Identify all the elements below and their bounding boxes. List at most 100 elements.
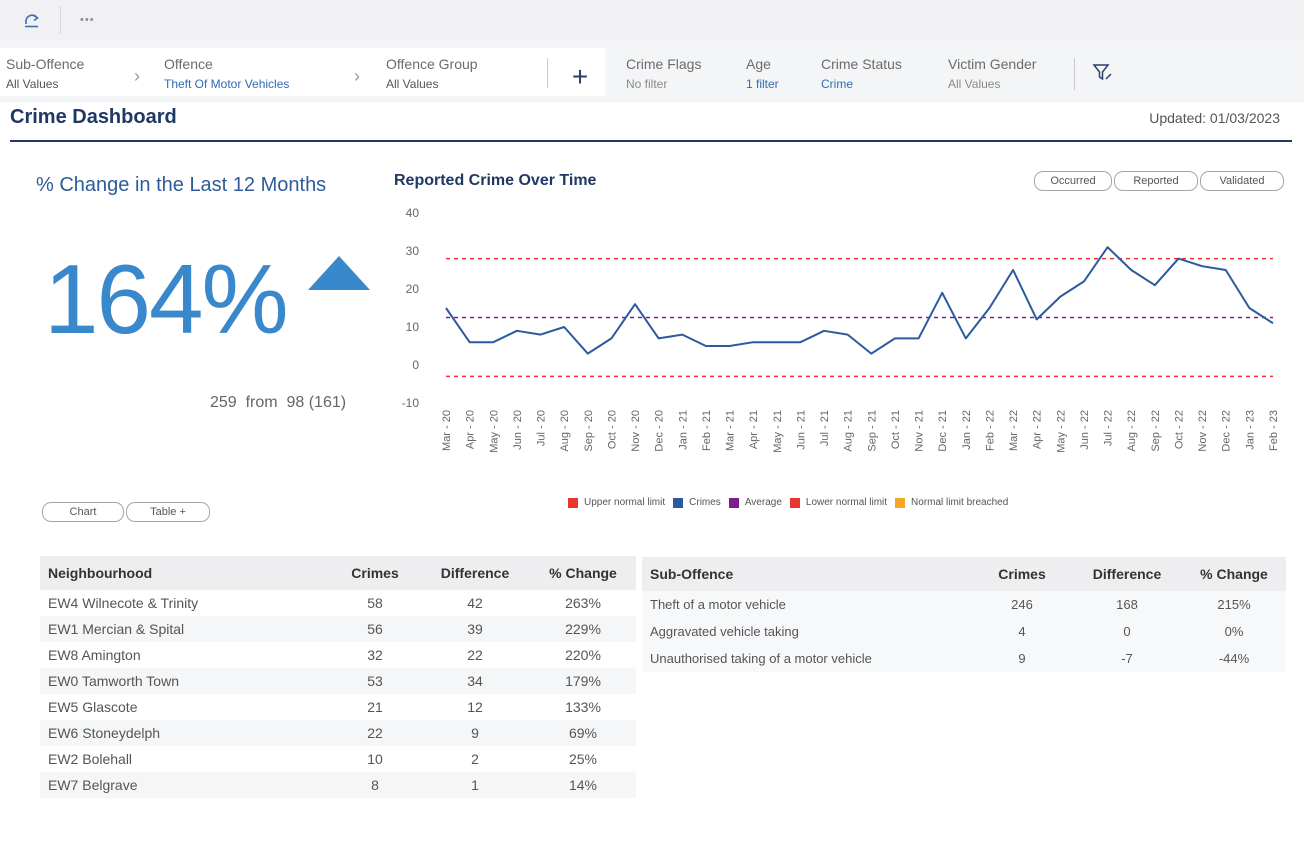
y-tick-label: -10 [402,396,420,410]
column-header[interactable]: Difference [1072,557,1182,591]
x-tick-label: Nov - 22 [1197,410,1209,452]
x-tick-label: Jul - 20 [536,410,548,446]
table-row[interactable]: EW2 Bolehall 10 2 25% [40,746,636,772]
crumb-sub-offence[interactable]: Sub-Offence All Values [6,56,84,92]
crimes-point[interactable] [986,305,992,311]
crimes-point[interactable] [1105,244,1111,250]
crimes-point[interactable] [703,343,709,349]
crimes-point[interactable] [1057,294,1063,300]
crimes-point[interactable] [1175,256,1181,262]
table-row[interactable]: EW1 Mercian & Spital 56 39 229% [40,616,636,642]
legend-item[interactable]: Lower normal limit [789,497,887,508]
crimes-point[interactable] [608,335,614,341]
table-cell: 215% [1182,591,1286,618]
crumb-offence[interactable]: Offence Theft Of Motor Vehicles [164,56,289,92]
crimes-point[interactable] [656,335,662,341]
filter-edit-icon[interactable] [1092,62,1116,84]
table-cell: EW0 Tamworth Town [40,668,330,694]
offence-breadcrumb: Sub-Offence All Values › Offence Theft O… [0,48,605,96]
crimes-point[interactable] [467,339,473,345]
crimes-point[interactable] [868,351,874,357]
table-row[interactable]: Theft of a motor vehicle 246 168 215% [642,591,1286,618]
crimes-point[interactable] [727,343,733,349]
table-cell: EW7 Belgrave [40,772,330,798]
column-header[interactable]: % Change [1182,557,1286,591]
legend-item[interactable]: Upper normal limit [568,497,665,508]
chart-legend: Upper normal limit Crimes Average Lower nor… [568,497,1016,513]
crumb-label: Offence Group [386,56,478,72]
legend-item[interactable]: Crimes [673,497,721,508]
crimes-point[interactable] [939,290,945,296]
chart-view-button[interactable]: Chart [42,502,124,522]
legend-swatch [568,497,578,508]
table-row[interactable]: EW4 Wilnecote & Trinity 58 42 263% [40,590,636,616]
reported-button[interactable]: Reported [1114,171,1198,191]
crimes-point[interactable] [1152,282,1158,288]
validated-button[interactable]: Validated [1200,171,1284,191]
crimes-point[interactable] [538,332,544,338]
table-row[interactable]: Aggravated vehicle taking 4 0 0% [642,618,1286,645]
occurred-button[interactable]: Occurred [1034,171,1112,191]
table-cell: 39 [420,616,530,642]
table-row[interactable]: Unauthorised taking of a motor vehicle 9-… [642,645,1286,672]
filter-crime-flags[interactable]: Crime Flags No filter [626,56,701,92]
filter-age[interactable]: Age 1 filter [746,56,779,92]
add-filter-button[interactable]: + [566,62,594,94]
crimes-point[interactable] [490,339,496,345]
crimes-point[interactable] [1199,263,1205,269]
crimes-point[interactable] [1081,278,1087,284]
crumb-offence-group[interactable]: Offence Group All Values [386,56,478,92]
x-tick-label: Jun - 20 [512,410,524,450]
crimes-point[interactable] [1270,320,1276,326]
crimes-point[interactable] [561,324,567,330]
crimes-point[interactable] [679,332,685,338]
crimes-point[interactable] [443,305,449,311]
crimes-point[interactable] [1128,267,1134,273]
table-header-row: Sub-Offence Crimes Difference % Change [642,557,1286,591]
column-header[interactable]: Difference [420,556,530,590]
column-header[interactable]: % Change [530,556,636,590]
legend-item[interactable]: Average [728,497,782,508]
filter-victim-gender[interactable]: Victim Gender All Values [948,56,1036,92]
y-tick-label: 40 [406,206,420,220]
x-tick-label: Jan - 23 [1244,410,1256,450]
crimes-point[interactable] [797,339,803,345]
crimes-point[interactable] [1034,316,1040,322]
refresh-icon[interactable] [18,6,46,34]
crimes-point[interactable] [750,339,756,345]
x-tick-label: May - 20 [488,410,500,453]
table-cell: EW2 Bolehall [48,751,133,767]
crimes-point[interactable] [963,335,969,341]
table-cell: -7 [1072,645,1182,672]
column-header[interactable]: Sub-Offence [642,557,972,591]
crimes-point[interactable] [514,328,520,334]
legend-item[interactable]: Normal limit breached [895,497,1008,508]
crimes-point[interactable] [1010,267,1016,273]
crimes-point[interactable] [892,335,898,341]
crimes-point[interactable] [845,332,851,338]
more-options-button[interactable]: ••• [80,10,114,30]
crimes-point[interactable] [585,351,591,357]
crimes-point[interactable] [774,339,780,345]
crimes-point[interactable] [632,301,638,307]
toolbar-divider [60,6,61,34]
table-cell: 14% [530,772,636,798]
column-header[interactable]: Neighbourhood [40,556,330,590]
table-cell: EW6 Stoneydelph [40,720,330,746]
column-header[interactable]: Crimes [330,556,420,590]
table-row[interactable]: EW7 Belgrave 8 1 14% [40,772,636,798]
table-view-button[interactable]: Table + [126,502,210,522]
y-tick-label: 0 [412,358,419,372]
table-row[interactable]: EW0 Tamworth Town 53 34 179% [40,668,636,694]
crimes-point[interactable] [1246,305,1252,311]
crimes-point[interactable] [916,335,922,341]
table-row[interactable]: EW6 Stoneydelph 22 9 69% [40,720,636,746]
divider [1074,58,1075,90]
filter-crime-status[interactable]: Crime Status Crime [821,56,902,92]
table-row[interactable]: EW8 Amington 32 22 220% [40,642,636,668]
column-header[interactable]: Crimes [972,557,1072,591]
table-cell: 10 [367,751,383,767]
crimes-point[interactable] [1223,267,1229,273]
crimes-point[interactable] [821,328,827,334]
table-row[interactable]: EW5 Glascote 21 12 133% [40,694,636,720]
